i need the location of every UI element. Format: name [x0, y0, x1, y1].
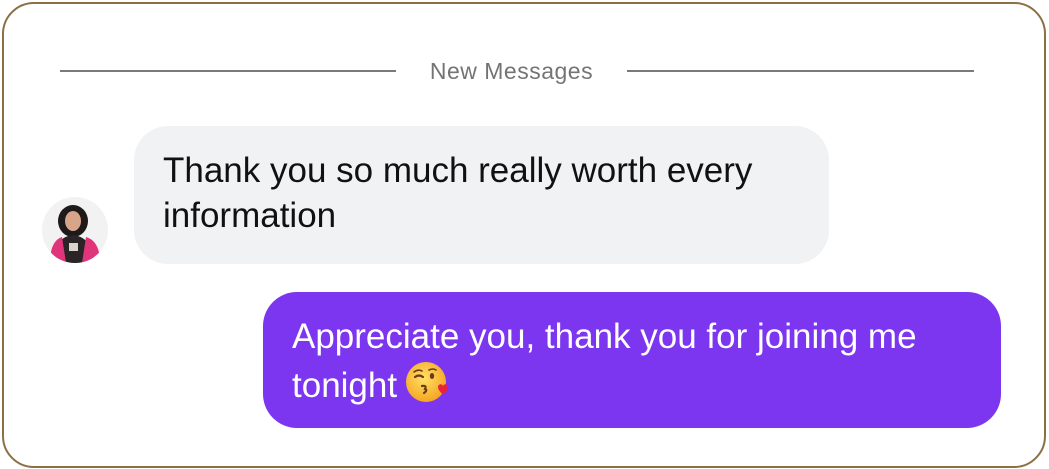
divider-label: New Messages [429, 58, 594, 84]
avatar-image [42, 197, 108, 263]
new-messages-divider: New Messages [60, 56, 974, 86]
incoming-message-bubble[interactable]: Thank you so much really worth every inf… [134, 126, 829, 264]
incoming-message-text: Thank you so much really worth every inf… [163, 151, 753, 235]
divider-line-right [627, 70, 974, 72]
divider-line-left [60, 70, 396, 72]
outgoing-message-text-wrapper: Appreciate you, thank you for joining me… [292, 314, 971, 408]
kissing-face-emoji-icon [406, 362, 449, 402]
chat-frame: New Messages Thank you so much really wo… [2, 2, 1046, 468]
outgoing-message-text: Appreciate you, thank you for joining me… [292, 317, 917, 405]
avatar[interactable] [42, 197, 108, 263]
outgoing-message-bubble[interactable]: Appreciate you, thank you for joining me… [263, 292, 1001, 428]
